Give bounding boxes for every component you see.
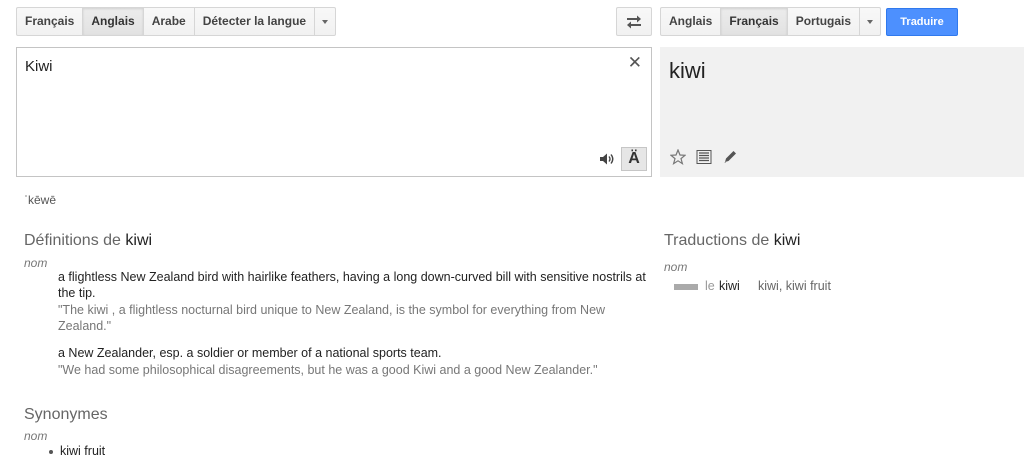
pencil-icon[interactable] [722,149,738,165]
definitions-heading-word: kiwi [125,232,153,249]
transliteration: ˈkēwē [24,193,57,207]
source-text-area[interactable]: Kiwi ✕ Ä [16,47,652,177]
translations-heading-word: kiwi [773,232,801,249]
definition-1-example: "The kiwi , a flightless nocturnal bird … [58,303,606,333]
virtual-keyboard-button[interactable]: Ä [621,147,647,171]
translation-article: le [705,279,715,293]
list-icon[interactable] [696,150,712,164]
source-lang-french[interactable]: Français [17,8,84,35]
definitions-heading: Définitions de kiwi [24,232,152,250]
swap-languages-button[interactable] [616,7,652,36]
definition-2-text: a New Zealander, esp. a soldier or membe… [58,346,442,360]
source-lang-arabic[interactable]: Arabe [144,8,195,35]
source-lang-english[interactable]: Anglais [83,8,144,35]
target-language-bar: Anglais Français Portugais [660,7,882,36]
translations-pos: nom [664,260,688,274]
result-text: kiwi [669,58,706,83]
list-bullet [49,450,53,454]
speaker-icon[interactable] [599,152,615,166]
translate-button[interactable]: Traduire [886,8,958,36]
result-panel: kiwi [660,47,1024,177]
chevron-down-icon [322,19,329,24]
definition-2-example: "We had some philosophical disagreements… [58,363,598,377]
source-lang-detect[interactable]: Détecter la langue [195,8,316,35]
swap-arrows-icon [627,15,641,28]
target-lang-dropdown[interactable] [860,8,880,35]
translations-heading-prefix: Traductions de [664,232,770,249]
source-lang-dropdown[interactable] [315,8,335,35]
target-lang-portuguese[interactable]: Portugais [788,8,861,35]
target-lang-french[interactable]: Français [721,8,788,35]
translation-term[interactable]: kiwi [719,279,740,293]
frequency-bar [674,284,698,290]
chevron-down-icon [867,19,874,24]
source-text[interactable]: Kiwi [25,58,53,75]
close-icon[interactable]: ✕ [628,54,642,71]
synonyms-heading: Synonymes [24,406,108,423]
definitions-pos: nom [24,256,48,270]
definition-1-text: a flightless New Zealand bird with hairl… [58,270,646,300]
result-toolbar [670,149,738,165]
star-icon[interactable] [670,149,686,165]
synonyms-pos: nom [24,429,48,443]
synonym-item[interactable]: kiwi fruit [60,444,105,458]
translation-synonyms[interactable]: kiwi, kiwi fruit [758,279,831,293]
definitions-heading-prefix: Définitions de [24,232,121,249]
target-lang-english[interactable]: Anglais [661,8,722,35]
translations-heading: Traductions de kiwi [664,232,800,250]
source-language-bar: Français Anglais Arabe Détecter la langu… [16,7,337,36]
